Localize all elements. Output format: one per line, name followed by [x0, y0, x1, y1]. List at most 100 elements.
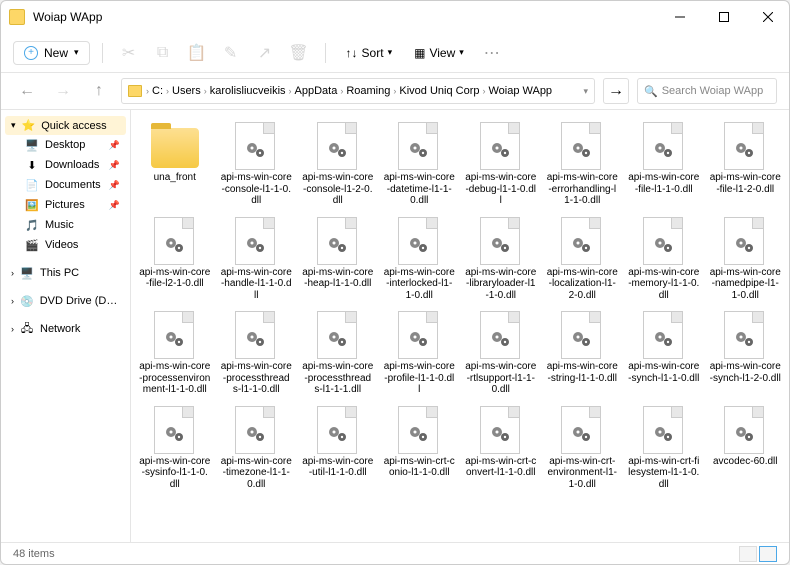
titlebar: Woiap WApp: [1, 1, 789, 33]
dll-icon: [724, 406, 766, 454]
delete-icon[interactable]: 🗑: [285, 39, 313, 67]
file-item[interactable]: api-ms-win-core-file-l1-1-0.dll: [624, 118, 704, 211]
breadcrumb-segment[interactable]: Kivod Uniq Corp: [396, 85, 482, 97]
file-item[interactable]: api-ms-win-core-file-l1-2-0.dll: [706, 118, 786, 211]
file-item[interactable]: api-ms-win-core-datetime-l1-1-0.dll: [380, 118, 460, 211]
file-item[interactable]: api-ms-win-crt-filesystem-l1-1-0.dll: [624, 402, 704, 495]
dll-icon: [480, 406, 522, 454]
file-item[interactable]: api-ms-win-core-synch-l1-2-0.dll: [706, 307, 786, 400]
file-label: api-ms-win-core-file-l1-2-0.dll: [708, 172, 784, 195]
dll-icon: [235, 311, 277, 359]
sidebar-item[interactable]: 🎬Videos: [5, 235, 126, 255]
file-label: api-ms-win-core-synch-l1-1-0.dll: [626, 361, 702, 384]
file-label: api-ms-win-core-console-l1-2-0.dll: [300, 172, 376, 207]
more-button[interactable]: ⋯: [478, 39, 506, 67]
file-item[interactable]: api-ms-win-crt-convert-l1-1-0.dll: [461, 402, 541, 495]
sidebar-this-pc[interactable]: › 🖥️ This PC: [5, 263, 126, 283]
breadcrumb-segment[interactable]: AppData: [292, 85, 341, 97]
file-item[interactable]: api-ms-win-core-util-l1-1-0.dll: [298, 402, 378, 495]
file-item[interactable]: api-ms-win-core-processenvironment-l1-1-…: [135, 307, 215, 400]
chevron-down-icon: ▾: [388, 47, 393, 58]
breadcrumb[interactable]: › C:›Users›karolisliucveikis›AppData›Roa…: [121, 78, 595, 104]
back-button[interactable]: ←: [13, 77, 41, 105]
file-item[interactable]: api-ms-win-core-localization-l1-2-0.dll: [543, 213, 623, 306]
statusbar: 48 items: [1, 542, 789, 564]
file-item[interactable]: api-ms-win-core-console-l1-2-0.dll: [298, 118, 378, 211]
new-button[interactable]: + New ▾: [13, 41, 90, 65]
file-item[interactable]: api-ms-win-core-debug-l1-1-0.dll: [461, 118, 541, 211]
file-item[interactable]: api-ms-win-core-handle-l1-1-0.dll: [217, 213, 297, 306]
search-input[interactable]: 🔍 Search Woiap WApp: [637, 78, 777, 104]
sidebar-item[interactable]: 📄Documents📌: [5, 175, 126, 195]
file-item[interactable]: api-ms-win-core-interlocked-l1-1-0.dll: [380, 213, 460, 306]
paste-icon[interactable]: 📋: [183, 39, 211, 67]
rename-icon[interactable]: ✎: [217, 39, 245, 67]
breadcrumb-segment[interactable]: Users: [169, 85, 204, 97]
sidebar-quick-access[interactable]: ▾ ⭐ Quick access: [5, 116, 126, 135]
breadcrumb-segment[interactable]: Roaming: [343, 85, 393, 97]
maximize-button[interactable]: [711, 4, 737, 30]
item-icon: ⬇: [25, 158, 39, 172]
file-item[interactable]: api-ms-win-core-libraryloader-l1-1-0.dll: [461, 213, 541, 306]
file-item[interactable]: api-ms-win-core-errorhandling-l1-1-0.dll: [543, 118, 623, 211]
chevron-down-icon[interactable]: ▾: [583, 86, 588, 97]
file-item[interactable]: api-ms-win-core-file-l2-1-0.dll: [135, 213, 215, 306]
chevron-right-icon: ›: [11, 268, 14, 278]
file-item[interactable]: api-ms-win-core-profile-l1-1-0.dll: [380, 307, 460, 400]
dll-icon: [561, 217, 603, 265]
file-item[interactable]: api-ms-win-core-synch-l1-1-0.dll: [624, 307, 704, 400]
file-item[interactable]: api-ms-win-core-memory-l1-1-0.dll: [624, 213, 704, 306]
cut-icon[interactable]: ✂: [115, 39, 143, 67]
sidebar-item[interactable]: 🖼️Pictures📌: [5, 195, 126, 215]
forward-button[interactable]: →: [49, 77, 77, 105]
pc-icon: 🖥️: [20, 266, 34, 280]
sidebar-item[interactable]: 🎵Music: [5, 215, 126, 235]
icons-view-button[interactable]: [759, 546, 777, 562]
close-button[interactable]: [755, 4, 781, 30]
file-label: api-ms-win-core-heap-l1-1-0.dll: [300, 267, 376, 290]
dll-icon: [561, 122, 603, 170]
sidebar-network[interactable]: › 🖧 Network: [5, 319, 126, 339]
file-item[interactable]: api-ms-win-core-namedpipe-l1-1-0.dll: [706, 213, 786, 306]
sidebar-item[interactable]: 🖥️Desktop📌: [5, 135, 126, 155]
breadcrumb-segment[interactable]: karolisliucveikis: [207, 85, 289, 97]
file-item[interactable]: api-ms-win-core-console-l1-1-0.dll: [217, 118, 297, 211]
file-item[interactable]: api-ms-win-core-sysinfo-l1-1-0.dll: [135, 402, 215, 495]
file-item[interactable]: api-ms-win-crt-conio-l1-1-0.dll: [380, 402, 460, 495]
file-item[interactable]: api-ms-win-core-processthreads-l1-1-0.dl…: [217, 307, 297, 400]
file-item[interactable]: api-ms-win-core-processthreads-l1-1-1.dl…: [298, 307, 378, 400]
share-icon[interactable]: ↗: [251, 39, 279, 67]
folder-item[interactable]: una_front: [135, 118, 215, 211]
view-button[interactable]: ▦ View ▾: [406, 42, 472, 64]
file-item[interactable]: api-ms-win-crt-environment-l1-1-0.dll: [543, 402, 623, 495]
up-button[interactable]: ↑: [85, 77, 113, 105]
pin-icon: 📌: [109, 180, 120, 191]
file-item[interactable]: api-ms-win-core-timezone-l1-1-0.dll: [217, 402, 297, 495]
copy-icon[interactable]: ⧉: [149, 39, 177, 67]
dll-icon: [643, 217, 685, 265]
file-item[interactable]: api-ms-win-core-heap-l1-1-0.dll: [298, 213, 378, 306]
breadcrumb-segment[interactable]: Woiap WApp: [485, 85, 555, 97]
dll-icon: [724, 217, 766, 265]
refresh-button[interactable]: →: [603, 78, 629, 104]
file-label: api-ms-win-core-processenvironment-l1-1-…: [137, 361, 213, 396]
file-label: api-ms-win-core-timezone-l1-1-0.dll: [219, 456, 295, 491]
file-item[interactable]: avcodec-60.dll: [706, 402, 786, 495]
file-item[interactable]: api-ms-win-core-rtlsupport-l1-1-0.dll: [461, 307, 541, 400]
file-item[interactable]: api-ms-win-core-string-l1-1-0.dll: [543, 307, 623, 400]
sidebar-item[interactable]: ⬇Downloads📌: [5, 155, 126, 175]
network-icon: 🖧: [20, 322, 34, 336]
file-label: api-ms-win-core-console-l1-1-0.dll: [219, 172, 295, 207]
file-pane[interactable]: una_frontapi-ms-win-core-console-l1-1-0.…: [131, 110, 789, 542]
dll-icon: [480, 122, 522, 170]
details-view-button[interactable]: [739, 546, 757, 562]
sidebar-dvd[interactable]: › 💿 DVD Drive (D:) CCCC: [5, 291, 126, 311]
file-label: api-ms-win-core-handle-l1-1-0.dll: [219, 267, 295, 302]
breadcrumb-segment[interactable]: C:: [149, 85, 166, 97]
file-label: api-ms-win-core-processthreads-l1-1-0.dl…: [219, 361, 295, 396]
dll-icon: [643, 311, 685, 359]
file-label: api-ms-win-core-file-l1-1-0.dll: [626, 172, 702, 195]
sidebar: ▾ ⭐ Quick access 🖥️Desktop📌⬇Downloads📌📄D…: [1, 110, 131, 542]
minimize-button[interactable]: [667, 4, 693, 30]
sort-button[interactable]: ↑↓ Sort ▾: [338, 42, 401, 64]
